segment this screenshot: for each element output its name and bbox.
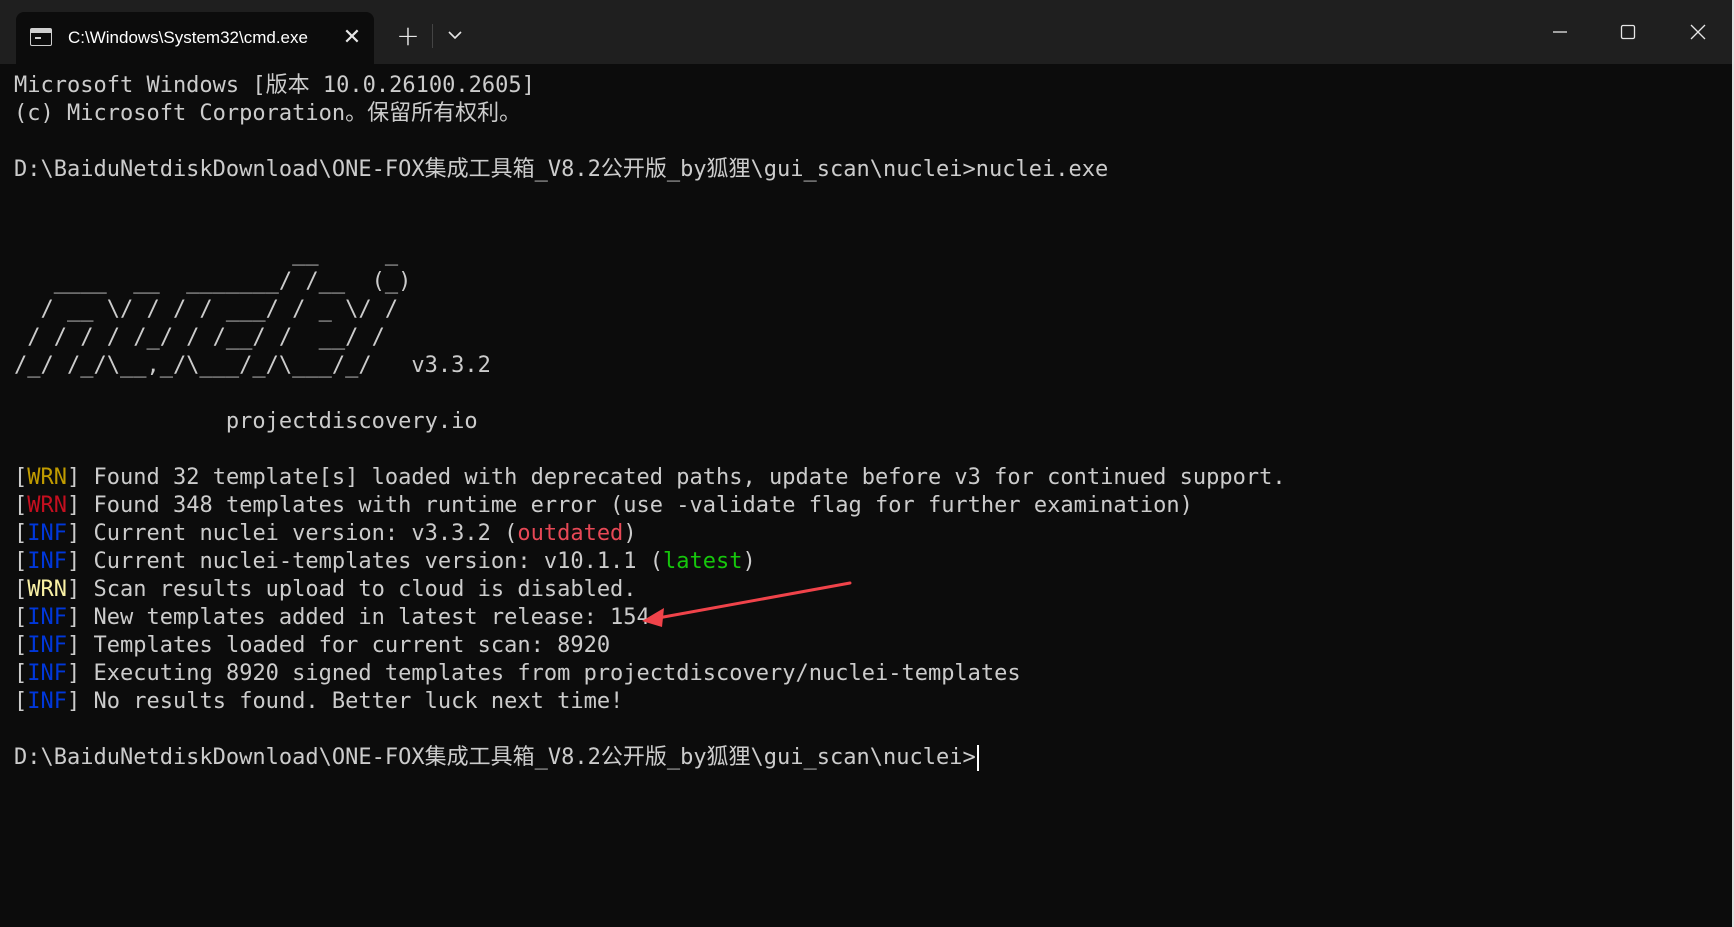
log-level: WRN: [27, 493, 67, 518]
tab-title: C:\Windows\System32\cmd.exe: [68, 28, 308, 47]
header-copyright-line: (c) Microsoft Corporation。保留所有权利。: [14, 101, 522, 126]
minimize-icon: [1553, 31, 1567, 33]
banner-line: ____ __ _______/ /__ (_): [14, 269, 412, 294]
log-message: Scan results upload to cloud is disabled…: [93, 577, 637, 602]
tab-separator: [432, 24, 433, 48]
log-level: INF: [27, 689, 67, 714]
log-level: WRN: [27, 465, 67, 490]
command-line: D:\BaiduNetdiskDownload\ONE-FOX集成工具箱_V8.…: [14, 156, 1724, 184]
log-level: INF: [27, 549, 67, 574]
close-tab-icon[interactable]: ✕: [338, 24, 366, 52]
log-level: INF: [27, 521, 67, 546]
cmd-icon: [30, 28, 52, 46]
log-line: [INF] Current nuclei-templates version: …: [14, 549, 756, 574]
log-message: Found 348 templates with runtime error (…: [93, 493, 1193, 518]
chevron-down-icon[interactable]: [438, 18, 472, 54]
log-message: Found 32 template[s] loaded with depreca…: [93, 465, 1286, 490]
banner-line: __ _: [14, 241, 399, 266]
log-line: [INF] No results found. Better luck next…: [14, 689, 624, 714]
log-message-end: ): [623, 521, 637, 546]
log-message-end: ): [742, 549, 756, 574]
close-icon: [1690, 24, 1706, 40]
log-line: [WRN] Found 348 templates with runtime e…: [14, 493, 1193, 518]
banner-line: / __ \/ / / / ___/ / _ \/ /: [14, 297, 399, 322]
close-window-button[interactable]: [1664, 0, 1732, 64]
prompt: D:\BaiduNetdiskDownload\ONE-FOX集成工具箱_V8.…: [14, 745, 976, 770]
log-highlight: latest: [663, 549, 743, 574]
prompt: D:\BaiduNetdiskDownload\ONE-FOX集成工具箱_V8.…: [14, 157, 976, 182]
header-version-line: Microsoft Windows [版本 10.0.26100.2605]: [14, 73, 535, 98]
text-cursor: [976, 745, 979, 771]
tab-cmd[interactable]: C:\Windows\System32\cmd.exe ✕: [16, 12, 374, 64]
new-tab-button[interactable]: +: [390, 18, 426, 54]
log-message: Executing 8920 signed templates from pro…: [93, 661, 1021, 686]
log-level: INF: [27, 605, 67, 630]
log-level: INF: [27, 661, 67, 686]
log-level: INF: [27, 633, 67, 658]
log-line: [WRN] Found 32 template[s] loaded with d…: [14, 465, 1286, 490]
annotation-arrow: [642, 581, 852, 627]
maximize-icon: [1620, 24, 1636, 40]
log-message: New templates added in latest release: 1…: [93, 605, 650, 630]
maximize-button[interactable]: [1594, 0, 1662, 64]
log-message: No results found. Better luck next time!: [93, 689, 624, 714]
site-line: projectdiscovery.io: [14, 409, 478, 434]
command: nuclei.exe: [975, 157, 1109, 182]
log-line: [INF] New templates added in latest rele…: [14, 605, 650, 630]
log-level: WRN: [27, 577, 67, 602]
log-line: [WRN] Scan results upload to cloud is di…: [14, 577, 637, 602]
banner-line: / / / / /_/ / /__/ / __/ /: [14, 325, 385, 350]
title-bar[interactable]: C:\Windows\System32\cmd.exe ✕ +: [0, 0, 1734, 64]
terminal-window: C:\Windows\System32\cmd.exe ✕ + Microsof…: [0, 0, 1734, 927]
log-message: Templates loaded for current scan: 8920: [93, 633, 611, 658]
log-line: [INF] Templates loaded for current scan:…: [14, 633, 611, 658]
minimize-button[interactable]: [1526, 0, 1594, 64]
log-message: Current nuclei-templates version: v10.1.…: [93, 549, 664, 574]
log-line: [INF] Executing 8920 signed templates fr…: [14, 661, 1021, 686]
log-message: Current nuclei version: v3.3.2 (: [93, 521, 518, 546]
log-highlight: outdated: [517, 521, 624, 546]
banner-line: /_/ /_/\__,_/\___/_/\___/_/ v3.3.2: [14, 353, 491, 378]
terminal-output[interactable]: Microsoft Windows [版本 10.0.26100.2605] (…: [14, 72, 1724, 922]
log-line: [INF] Current nuclei version: v3.3.2 (ou…: [14, 521, 637, 546]
current-prompt-line[interactable]: D:\BaiduNetdiskDownload\ONE-FOX集成工具箱_V8.…: [14, 744, 1724, 772]
